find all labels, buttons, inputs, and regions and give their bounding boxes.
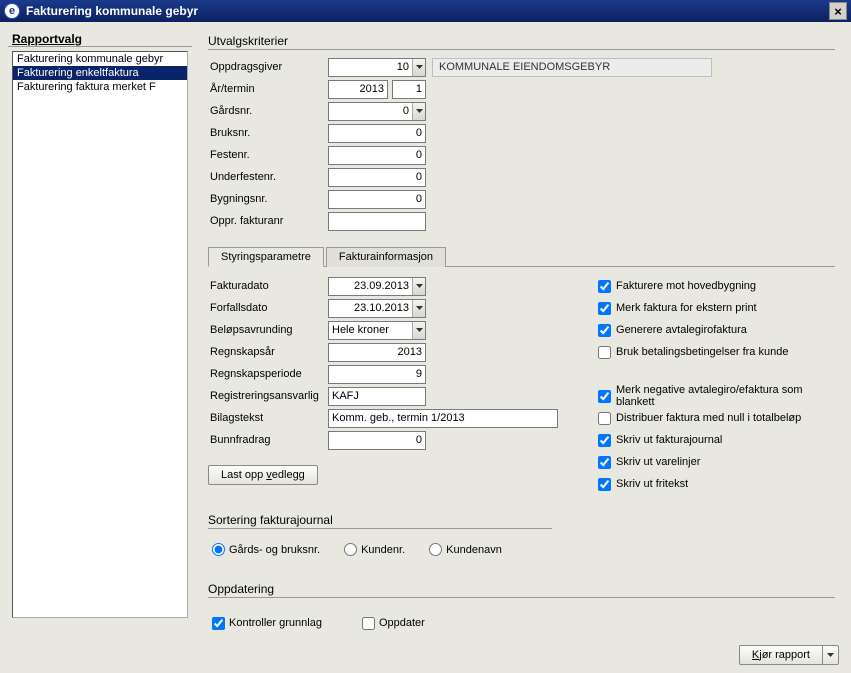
chk-label: Skriv ut fakturajournal (616, 434, 722, 446)
chk-merk-ekstern-print[interactable] (598, 302, 611, 315)
bunnfradrag-label: Bunnfradrag (208, 434, 328, 446)
oppdragsgiver-text: KOMMUNALE EIENDOMSGEBYR (432, 58, 712, 77)
regnskapsperiode-label: Regnskapsperiode (208, 368, 328, 380)
radio-gards-bruksnr[interactable]: Gårds- og bruksnr. (212, 543, 320, 556)
oppr-fakturanr-label: Oppr. fakturanr (208, 215, 328, 227)
regnskapsaar-input[interactable] (328, 343, 426, 362)
sidebar-title: Rapportvalg (8, 30, 192, 47)
chk-label: Merk faktura for ekstern print (616, 302, 757, 314)
report-item-kommunale[interactable]: Fakturering kommunale gebyr (13, 52, 187, 66)
oppdragsgiver-label: Oppdragsgiver (208, 61, 328, 73)
chk-kontroller-grunnlag[interactable] (212, 617, 225, 630)
chk-label: Skriv ut fritekst (616, 478, 688, 490)
belopsavrunding-combo[interactable] (328, 321, 426, 340)
registreringsansvarlig-input[interactable] (328, 387, 426, 406)
chevron-down-icon[interactable] (412, 300, 425, 317)
chevron-down-icon[interactable] (412, 322, 425, 339)
radio-kundenr[interactable]: Kundenr. (344, 543, 405, 556)
gardsnr-combo[interactable] (328, 102, 426, 121)
run-report-split-button[interactable]: Kjør rapport (739, 645, 839, 665)
belopsavrunding-input[interactable] (329, 322, 412, 339)
chk-oppdater[interactable] (362, 617, 375, 630)
window-title: Fakturering kommunale gebyr (26, 4, 198, 18)
chk-label: Bruk betalingsbetingelser fra kunde (616, 346, 788, 358)
chk-label: Distribuer faktura med null i totalbeløp (616, 412, 801, 424)
titlebar: e Fakturering kommunale gebyr × (0, 0, 851, 22)
chk-merk-negative[interactable] (598, 390, 611, 403)
footer: Kjør rapport (739, 645, 839, 665)
sorting-group: Sortering fakturajournal Gårds- og bruks… (200, 509, 560, 572)
bygningsnr-label: Bygningsnr. (208, 193, 328, 205)
tab-styringsparametre[interactable]: Styringsparametre (208, 247, 324, 267)
festenr-label: Festenr. (208, 149, 328, 161)
chk-skriv-varelinjer[interactable] (598, 456, 611, 469)
tab-fakturainformasjon[interactable]: Fakturainformasjon (326, 247, 446, 267)
chk-skriv-fritekst[interactable] (598, 478, 611, 491)
bunnfradrag-input[interactable] (328, 431, 426, 450)
belopsavrunding-label: Beløpsavrunding (208, 324, 328, 336)
chk-label: Merk negative avtalegiro/efaktura som bl… (616, 384, 835, 408)
bilagstekst-label: Bilagstekst (208, 412, 328, 424)
chk-label: Fakturere mot hovedbygning (616, 280, 756, 292)
aar-input[interactable] (328, 80, 388, 99)
chk-betalingsbetingelser[interactable] (598, 346, 611, 359)
chk-generere-avtalegiro[interactable] (598, 324, 611, 337)
chk-fakturere-hovedbygning[interactable] (598, 280, 611, 293)
oppr-fakturanr-input[interactable] (328, 212, 426, 231)
update-group: Oppdatering Kontroller grunnlag Oppdater (200, 578, 843, 650)
regnskapsaar-label: Regnskapsår (208, 346, 328, 358)
oppdragsgiver-input[interactable] (329, 59, 412, 76)
bygningsnr-input[interactable] (328, 190, 426, 209)
run-report-button[interactable]: Kjør rapport (739, 645, 823, 665)
tabs: Styringsparametre Fakturainformasjon (208, 246, 835, 267)
bruksnr-input[interactable] (328, 124, 426, 143)
chevron-down-icon[interactable] (412, 59, 425, 76)
report-item-enkeltfaktura[interactable]: Fakturering enkeltfaktura (13, 66, 187, 80)
forfallsdato-input[interactable] (329, 300, 412, 317)
underfestenr-label: Underfestenr. (208, 171, 328, 183)
criteria-group: Utvalgskriterier Oppdragsgiver KOMMUNALE… (200, 30, 843, 240)
radio-kundenavn[interactable]: Kundenavn (429, 543, 502, 556)
fakturadato-combo[interactable] (328, 277, 426, 296)
forfallsdato-combo[interactable] (328, 299, 426, 318)
underfestenr-input[interactable] (328, 168, 426, 187)
chevron-down-icon[interactable] (412, 278, 425, 295)
gardsnr-input[interactable] (329, 103, 412, 120)
close-icon[interactable]: × (829, 2, 847, 20)
sorting-title: Sortering fakturajournal (208, 513, 552, 529)
chk-skriv-fakturajournal[interactable] (598, 434, 611, 447)
oppdragsgiver-combo[interactable] (328, 58, 426, 77)
festenr-input[interactable] (328, 146, 426, 165)
termin-input[interactable] (392, 80, 426, 99)
report-list[interactable]: Fakturering kommunale gebyr Fakturering … (12, 51, 188, 618)
forfallsdato-label: Forfallsdato (208, 302, 328, 314)
criteria-title: Utvalgskriterier (208, 34, 835, 50)
chk-distribuer-null[interactable] (598, 412, 611, 425)
params-group: Styringsparametre Fakturainformasjon Fak… (200, 246, 843, 503)
sidebar-panel: Rapportvalg Fakturering kommunale gebyr … (8, 30, 192, 622)
chk-oppdater-wrap[interactable]: Oppdater (362, 612, 425, 634)
gardsnr-label: Gårdsnr. (208, 105, 328, 117)
chevron-down-icon[interactable] (412, 103, 425, 120)
chk-label: Generere avtalegirofaktura (616, 324, 747, 336)
chk-label: Skriv ut varelinjer (616, 456, 700, 468)
fakturadato-input[interactable] (329, 278, 412, 295)
chk-kontroller-grunnlag-wrap[interactable]: Kontroller grunnlag (212, 612, 322, 634)
aar-termin-label: År/termin (208, 83, 328, 95)
chevron-down-icon[interactable] (823, 645, 839, 665)
update-title: Oppdatering (208, 582, 835, 598)
app-icon: e (4, 3, 20, 19)
bruksnr-label: Bruksnr. (208, 127, 328, 139)
upload-attachment-button[interactable]: Last opp vedlegg (208, 465, 318, 485)
regnskapsperiode-input[interactable] (328, 365, 426, 384)
fakturadato-label: Fakturadato (208, 280, 328, 292)
report-item-merket-f[interactable]: Fakturering faktura merket F (13, 80, 187, 94)
registreringsansvarlig-label: Registreringsansvarlig (208, 390, 328, 402)
bilagstekst-input[interactable] (328, 409, 558, 428)
